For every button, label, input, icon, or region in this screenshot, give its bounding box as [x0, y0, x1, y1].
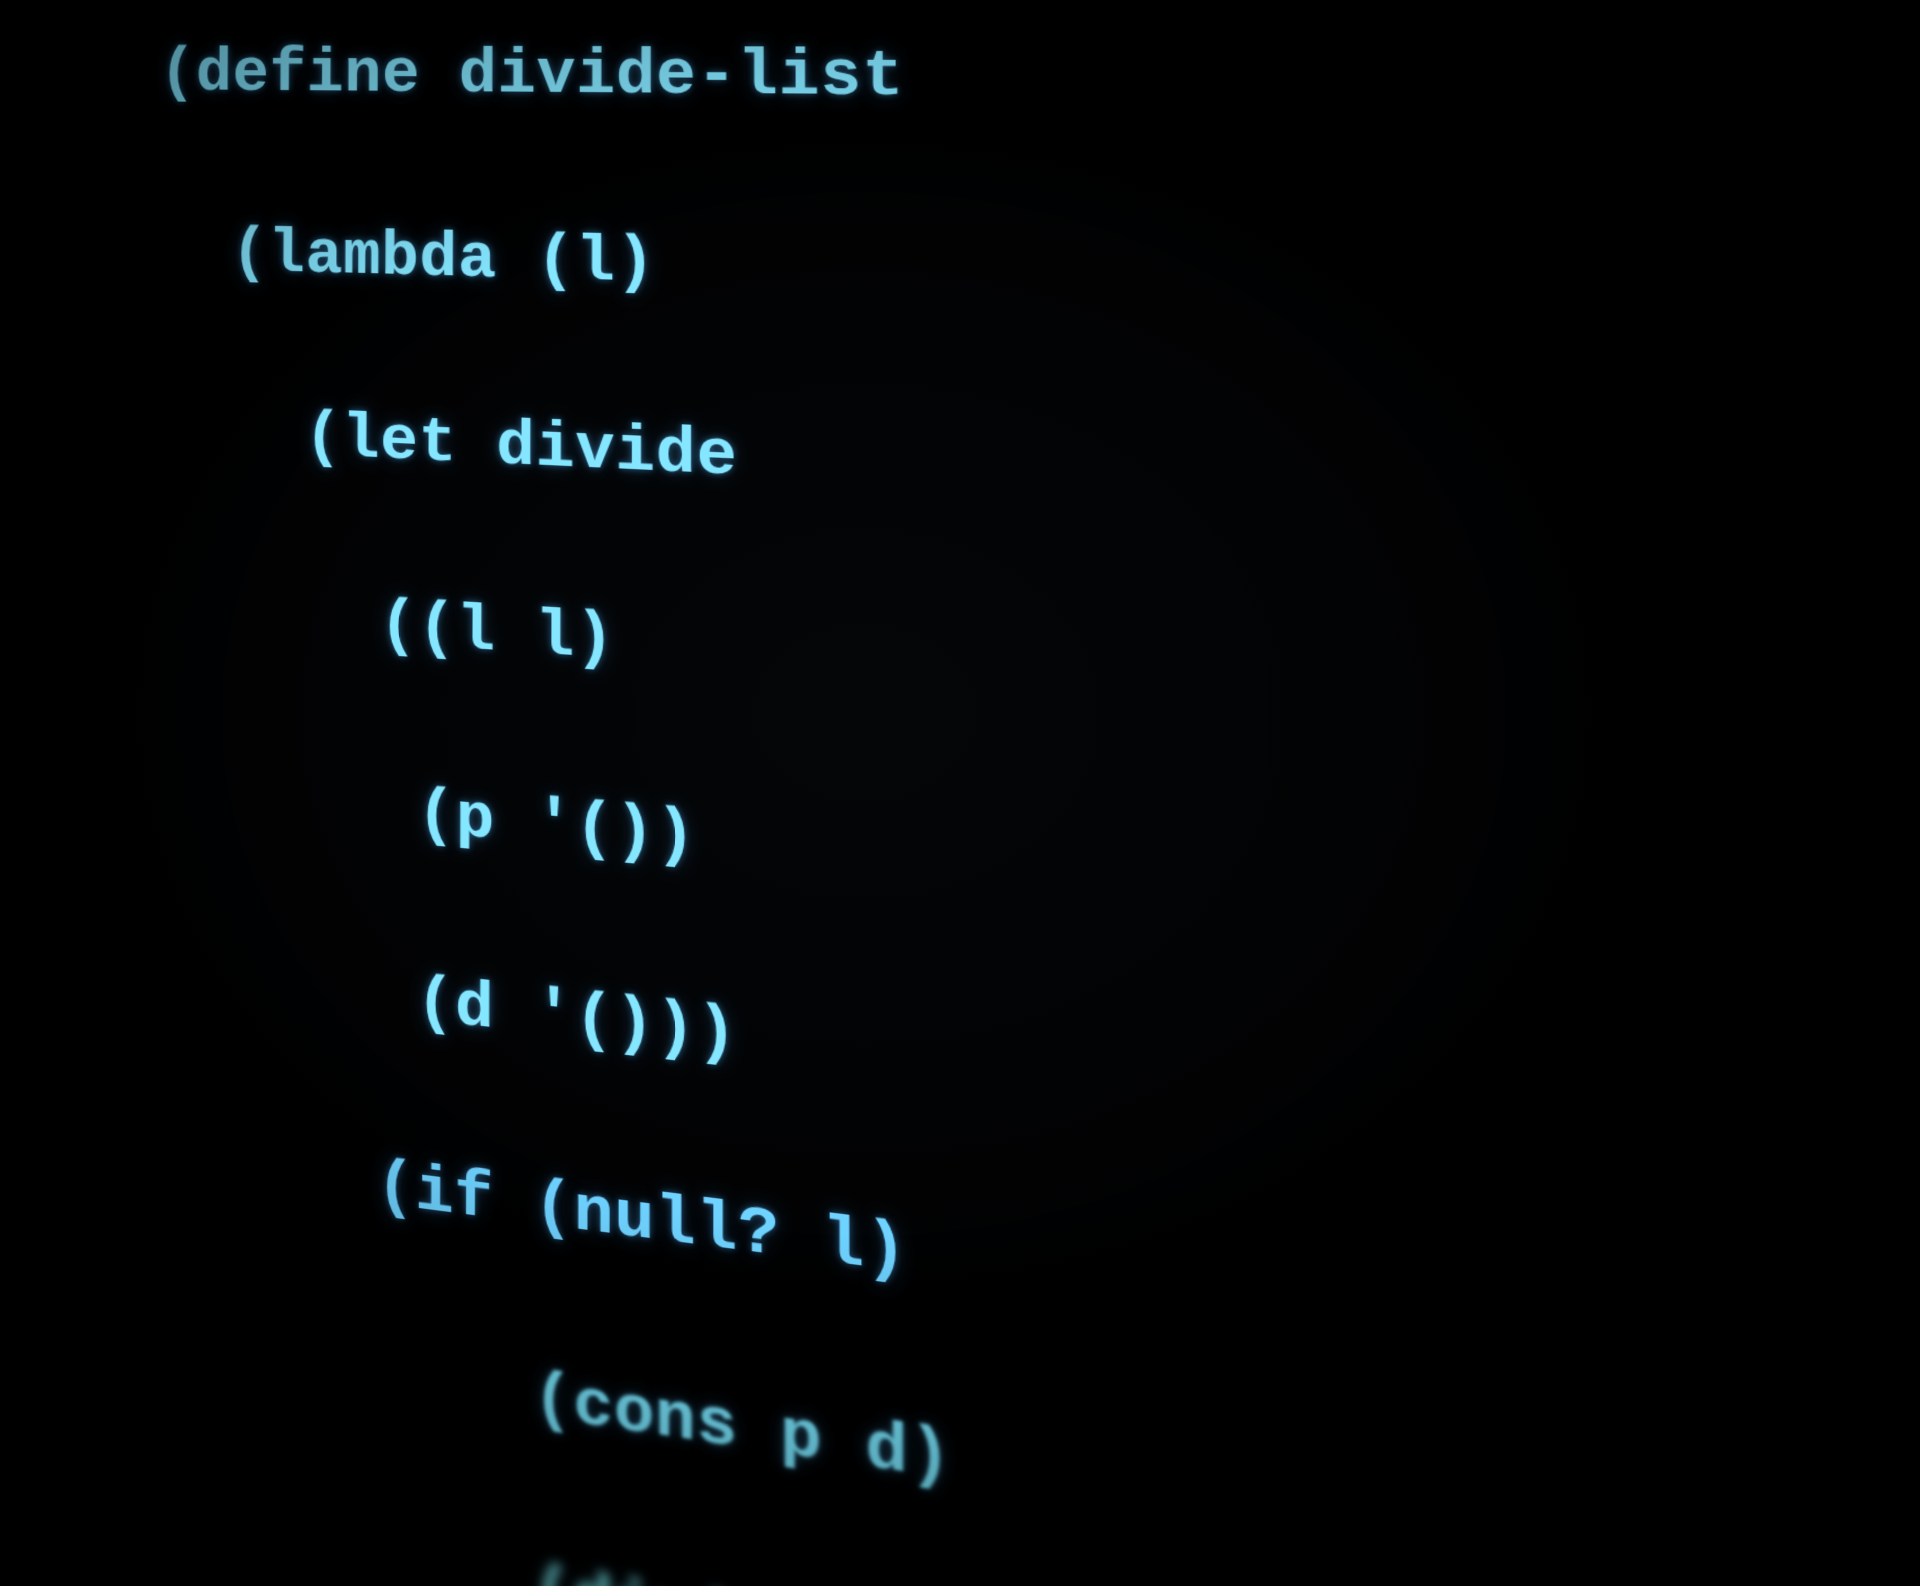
screen-photo: (define divide-list (lambda (l) (let div…	[0, 0, 1920, 1586]
code-line: (lambda (l)	[158, 208, 1920, 366]
code-block: (define divide-list (lambda (l) (let div…	[135, 30, 1920, 1586]
code-line: (let divide	[156, 387, 1920, 593]
code-line: (define divide-list	[159, 30, 1920, 142]
